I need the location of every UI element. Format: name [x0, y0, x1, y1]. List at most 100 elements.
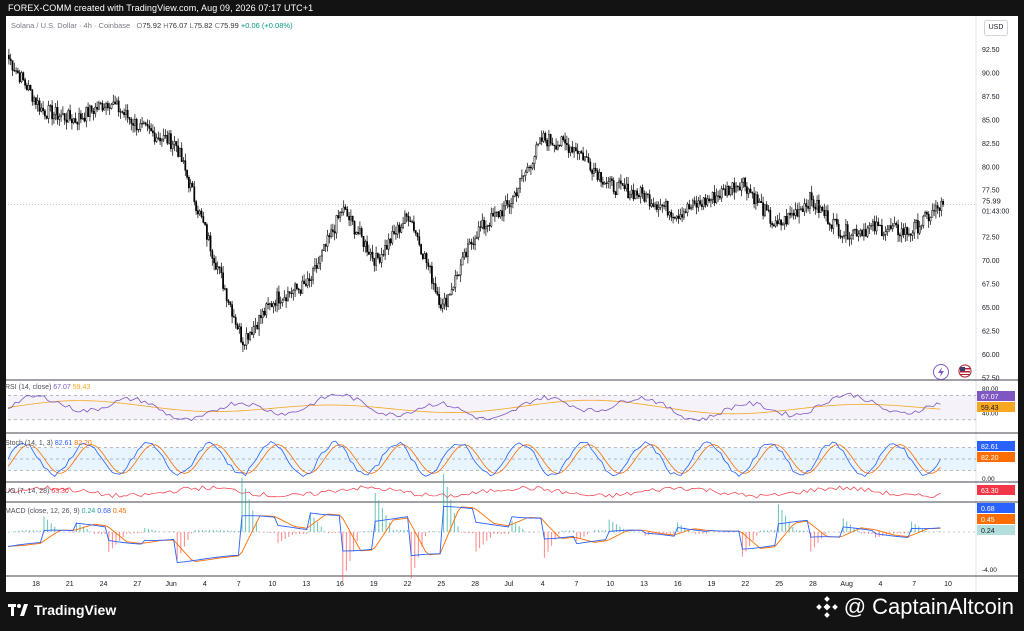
candle-body: [157, 137, 160, 139]
candle-body: [116, 100, 118, 105]
candle-body: [753, 193, 755, 205]
candle-body: [807, 206, 809, 209]
candle-body: [454, 275, 457, 288]
candle-body: [594, 167, 597, 171]
candle-body: [519, 178, 521, 189]
candle-body: [146, 123, 149, 127]
candle-body: [836, 218, 838, 225]
time-axis-label: 22: [741, 581, 749, 588]
candle-body: [166, 135, 169, 144]
candle-body: [101, 103, 104, 111]
time-axis-label: Aug: [840, 581, 853, 588]
candle-body: [161, 138, 163, 142]
candle-body: [105, 103, 107, 109]
candle-body: [801, 208, 804, 212]
candle-body: [863, 229, 865, 237]
stoch-label: Stoch (14, 1, 3): [5, 440, 53, 447]
candle-body: [476, 236, 478, 240]
candle-body: [834, 218, 836, 220]
candle-body: [693, 200, 696, 204]
candle-body: [148, 125, 151, 129]
candle-body: [515, 192, 518, 197]
candle-body: [524, 171, 527, 176]
candle-body: [44, 110, 46, 117]
candle-body: [575, 147, 577, 152]
candle-body: [819, 206, 822, 213]
candle-body: [623, 185, 626, 189]
candle-body: [852, 229, 854, 236]
candle-body: [386, 245, 388, 250]
candle-body: [618, 180, 620, 183]
candle-body: [431, 266, 433, 284]
candle-body: [80, 113, 82, 120]
macd-line-value: 0.68: [97, 508, 111, 515]
candle-body: [774, 220, 777, 227]
candle-body: [362, 236, 365, 247]
lightning-icon[interactable]: [933, 364, 949, 380]
candle-body: [886, 228, 889, 232]
candle-body: [884, 231, 887, 235]
candle-body: [150, 128, 152, 132]
candle-body: [342, 206, 345, 213]
candle-body: [740, 182, 743, 191]
candle-body: [891, 225, 894, 229]
candle-body: [207, 235, 210, 240]
candle-body: [337, 215, 340, 218]
time-axis-label: 18: [32, 581, 40, 588]
candle-body: [269, 303, 271, 305]
candle-body: [186, 170, 188, 178]
candle-body: [548, 134, 550, 147]
candle-body: [789, 212, 791, 216]
candle-body: [659, 204, 662, 208]
candle-body: [265, 303, 268, 316]
candle-body: [794, 209, 797, 216]
candle-body: [270, 303, 273, 308]
price-tick-label: 77.50: [982, 188, 1000, 195]
candle-body: [287, 291, 289, 302]
candle-body: [71, 118, 73, 124]
stoch-legend: Stoch (14, 1, 3) 82.61 82.20: [5, 440, 92, 447]
time-axis-label: 7: [574, 581, 578, 588]
candle-body: [881, 224, 883, 237]
candle-body: [504, 200, 507, 207]
rsi-ma-tag-label: 59.43: [981, 405, 999, 412]
candle-body: [135, 118, 138, 131]
candle-body: [333, 231, 336, 234]
time-axis-label: 22: [404, 581, 412, 588]
candle-body: [429, 266, 431, 268]
candle-body: [258, 315, 260, 330]
candle-body: [638, 195, 640, 198]
candle-body: [63, 113, 66, 121]
time-axis-label: 21: [66, 581, 74, 588]
candle-body: [234, 317, 237, 325]
candle-body: [197, 210, 199, 215]
candle-body: [360, 228, 363, 237]
candle-body: [760, 200, 763, 203]
candle-body: [24, 79, 26, 86]
candle-body: [335, 215, 338, 234]
candle-body: [281, 299, 284, 303]
candle-body: [564, 139, 566, 144]
candle-body: [560, 136, 563, 146]
candle-body: [350, 215, 352, 221]
time-axis-label: 10: [944, 581, 952, 588]
candle-body: [713, 192, 716, 203]
candle-body: [870, 225, 872, 227]
countdown-label: 01:43:00: [982, 208, 1009, 215]
candle-body: [585, 156, 588, 158]
candle-body: [303, 280, 305, 285]
macd-signal-tag-label: 0.45: [981, 517, 995, 524]
candle-body: [485, 226, 487, 230]
candle-body: [828, 223, 831, 226]
candle-body: [821, 206, 824, 211]
candle-body: [576, 150, 579, 154]
macd-label: MACD (close, 12, 26, 9): [5, 508, 80, 515]
uo-value: 63.30: [51, 488, 69, 495]
candle-body: [722, 188, 725, 190]
candle-body: [657, 207, 660, 210]
us-flag-icon[interactable]: [958, 364, 972, 378]
candle-body: [420, 244, 422, 255]
candle-body: [413, 221, 415, 231]
candle-body: [639, 187, 642, 198]
macd-signal-value: 0.45: [112, 508, 127, 515]
